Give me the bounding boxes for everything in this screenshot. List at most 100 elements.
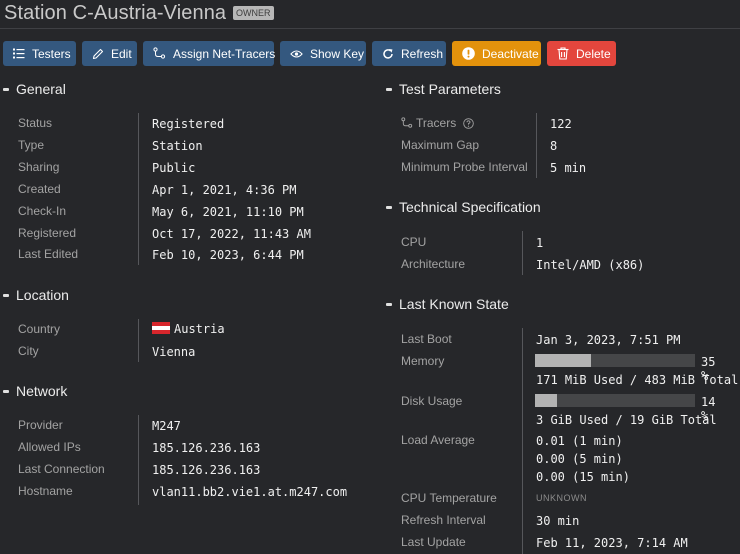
- cpu-value: 1: [536, 236, 544, 250]
- edit-button[interactable]: Edit: [82, 41, 137, 66]
- location-section-header[interactable]: Location: [3, 287, 69, 303]
- deactivate-button-label: Deactivate: [482, 46, 539, 61]
- last-known-state-section-title: Last Known State: [399, 296, 509, 312]
- sharing-value: Public: [152, 161, 196, 175]
- city-value: Vienna: [152, 345, 196, 359]
- maximum-gap-label: Maximum Gap: [401, 138, 480, 152]
- collapse-icon: [386, 205, 392, 209]
- divider: [536, 113, 537, 178]
- refresh-icon: [382, 47, 394, 60]
- divider: [138, 319, 139, 362]
- status-label: Status: [18, 116, 53, 130]
- delete-button-label: Delete: [576, 46, 611, 61]
- trash-icon: [557, 47, 569, 60]
- disk-usage-label: Disk Usage: [401, 394, 463, 408]
- help-circle-icon[interactable]: [462, 118, 474, 132]
- allowed-ips-value: 185.126.236.163: [152, 441, 261, 455]
- type-label: Type: [18, 138, 45, 152]
- network-section-title: Network: [16, 383, 68, 399]
- country-label: Country: [18, 322, 61, 336]
- assign-net-tracers-button[interactable]: Assign Net-Tracers: [143, 41, 276, 66]
- last-boot-label: Last Boot: [401, 332, 452, 346]
- eye-icon: [290, 47, 303, 60]
- registered-value: Oct 17, 2022, 11:43 AM: [152, 227, 311, 241]
- deactivate-button[interactable]: Deactivate: [452, 41, 541, 66]
- divider: [138, 113, 139, 265]
- last-connection-value: 185.126.236.163: [152, 463, 261, 477]
- refresh-interval-value: 30 min: [536, 514, 580, 528]
- test-parameters-section-header[interactable]: Test Parameters: [386, 81, 501, 97]
- show-key-button-label: Show Key: [310, 46, 365, 61]
- owner-badge: OWNER: [233, 6, 274, 20]
- testers-button-label: Testers: [32, 46, 71, 61]
- assign-net-tracers-button-label: Assign Net-Tracers: [173, 46, 276, 61]
- load-average-5min: 0.00 (5 min): [536, 452, 623, 466]
- hostname-label: Hostname: [18, 484, 73, 498]
- type-value: Station: [152, 139, 203, 153]
- tracers-label-text: Tracers: [416, 116, 457, 130]
- refresh-button-label: Refresh: [401, 46, 444, 61]
- load-average-label: Load Average: [401, 433, 475, 447]
- country-value: Austria: [152, 322, 225, 336]
- refresh-button[interactable]: Refresh: [372, 41, 446, 66]
- last-edited-value: Feb 10, 2023, 6:44 PM: [152, 248, 304, 262]
- tracers-label: Tracers: [401, 116, 474, 132]
- cpu-temperature-label: CPU Temperature: [401, 491, 497, 505]
- page-header: Station C-Austria-Vienna OWNER: [0, 0, 740, 29]
- status-value: Registered: [152, 117, 225, 131]
- general-section-title: General: [16, 81, 66, 97]
- technical-specification-section-title: Technical Specification: [399, 199, 541, 215]
- cpu-label: CPU: [401, 235, 427, 249]
- divider: [522, 231, 523, 275]
- network-section-header[interactable]: Network: [3, 383, 67, 399]
- architecture-value: Intel/AMD (x86): [536, 258, 645, 272]
- memory-usage-bar: [535, 354, 695, 367]
- refresh-interval-label: Refresh Interval: [401, 513, 486, 527]
- last-edited-label: Last Edited: [18, 247, 79, 261]
- provider-label: Provider: [18, 418, 63, 432]
- collapse-icon: [386, 87, 392, 91]
- minimum-probe-interval-value: 5 min: [550, 161, 587, 175]
- general-section-header[interactable]: General: [3, 81, 66, 97]
- collapse-icon: [3, 87, 9, 91]
- page-title: Station C-Austria-Vienna: [4, 2, 227, 24]
- delete-button[interactable]: Delete: [547, 41, 616, 66]
- provider-value: M247: [152, 419, 181, 433]
- check-in-label: Check-In: [18, 204, 67, 218]
- memory-usage-fill: [535, 354, 591, 367]
- divider: [522, 328, 523, 554]
- cpu-temperature-value: Unknown: [536, 493, 587, 503]
- country-name: Austria: [174, 322, 225, 336]
- divider: [138, 415, 139, 505]
- last-known-state-section-header[interactable]: Last Known State: [386, 296, 509, 312]
- disk-usage-bar: [535, 394, 695, 407]
- hostname-value: vlan11.bb2.vie1.at.m247.com: [152, 485, 348, 499]
- architecture-label: Architecture: [401, 257, 466, 271]
- last-update-label: Last Update: [401, 535, 466, 549]
- technical-specification-section-header[interactable]: Technical Specification: [386, 199, 541, 215]
- city-label: City: [18, 344, 39, 358]
- minimum-probe-interval-label: Minimum Probe Interval: [401, 160, 528, 174]
- memory-label: Memory: [401, 354, 445, 368]
- collapse-icon: [3, 389, 9, 393]
- last-connection-label: Last Connection: [18, 462, 105, 476]
- tracers-value: 122: [550, 117, 572, 131]
- collapse-icon: [3, 293, 9, 297]
- test-parameters-section-title: Test Parameters: [399, 81, 501, 97]
- load-average-15min: 0.00 (15 min): [536, 470, 630, 484]
- location-section-title: Location: [16, 287, 69, 303]
- created-label: Created: [18, 182, 61, 196]
- check-in-value: May 6, 2021, 11:10 PM: [152, 205, 304, 219]
- testers-button[interactable]: Testers: [3, 41, 76, 66]
- toolbar: Testers Edit Assign Net-Tracers Show Key…: [3, 41, 616, 66]
- sharing-label: Sharing: [18, 160, 60, 174]
- allowed-ips-label: Allowed IPs: [18, 440, 81, 454]
- route-icon: [401, 117, 413, 132]
- last-boot-value: Jan 3, 2023, 7:51 PM: [536, 333, 681, 347]
- registered-label: Registered: [18, 226, 77, 240]
- list-icon: [13, 47, 25, 60]
- edit-button-label: Edit: [111, 46, 132, 61]
- show-key-button[interactable]: Show Key: [280, 41, 366, 66]
- collapse-icon: [386, 302, 392, 306]
- last-update-value: Feb 11, 2023, 7:14 AM: [536, 536, 688, 550]
